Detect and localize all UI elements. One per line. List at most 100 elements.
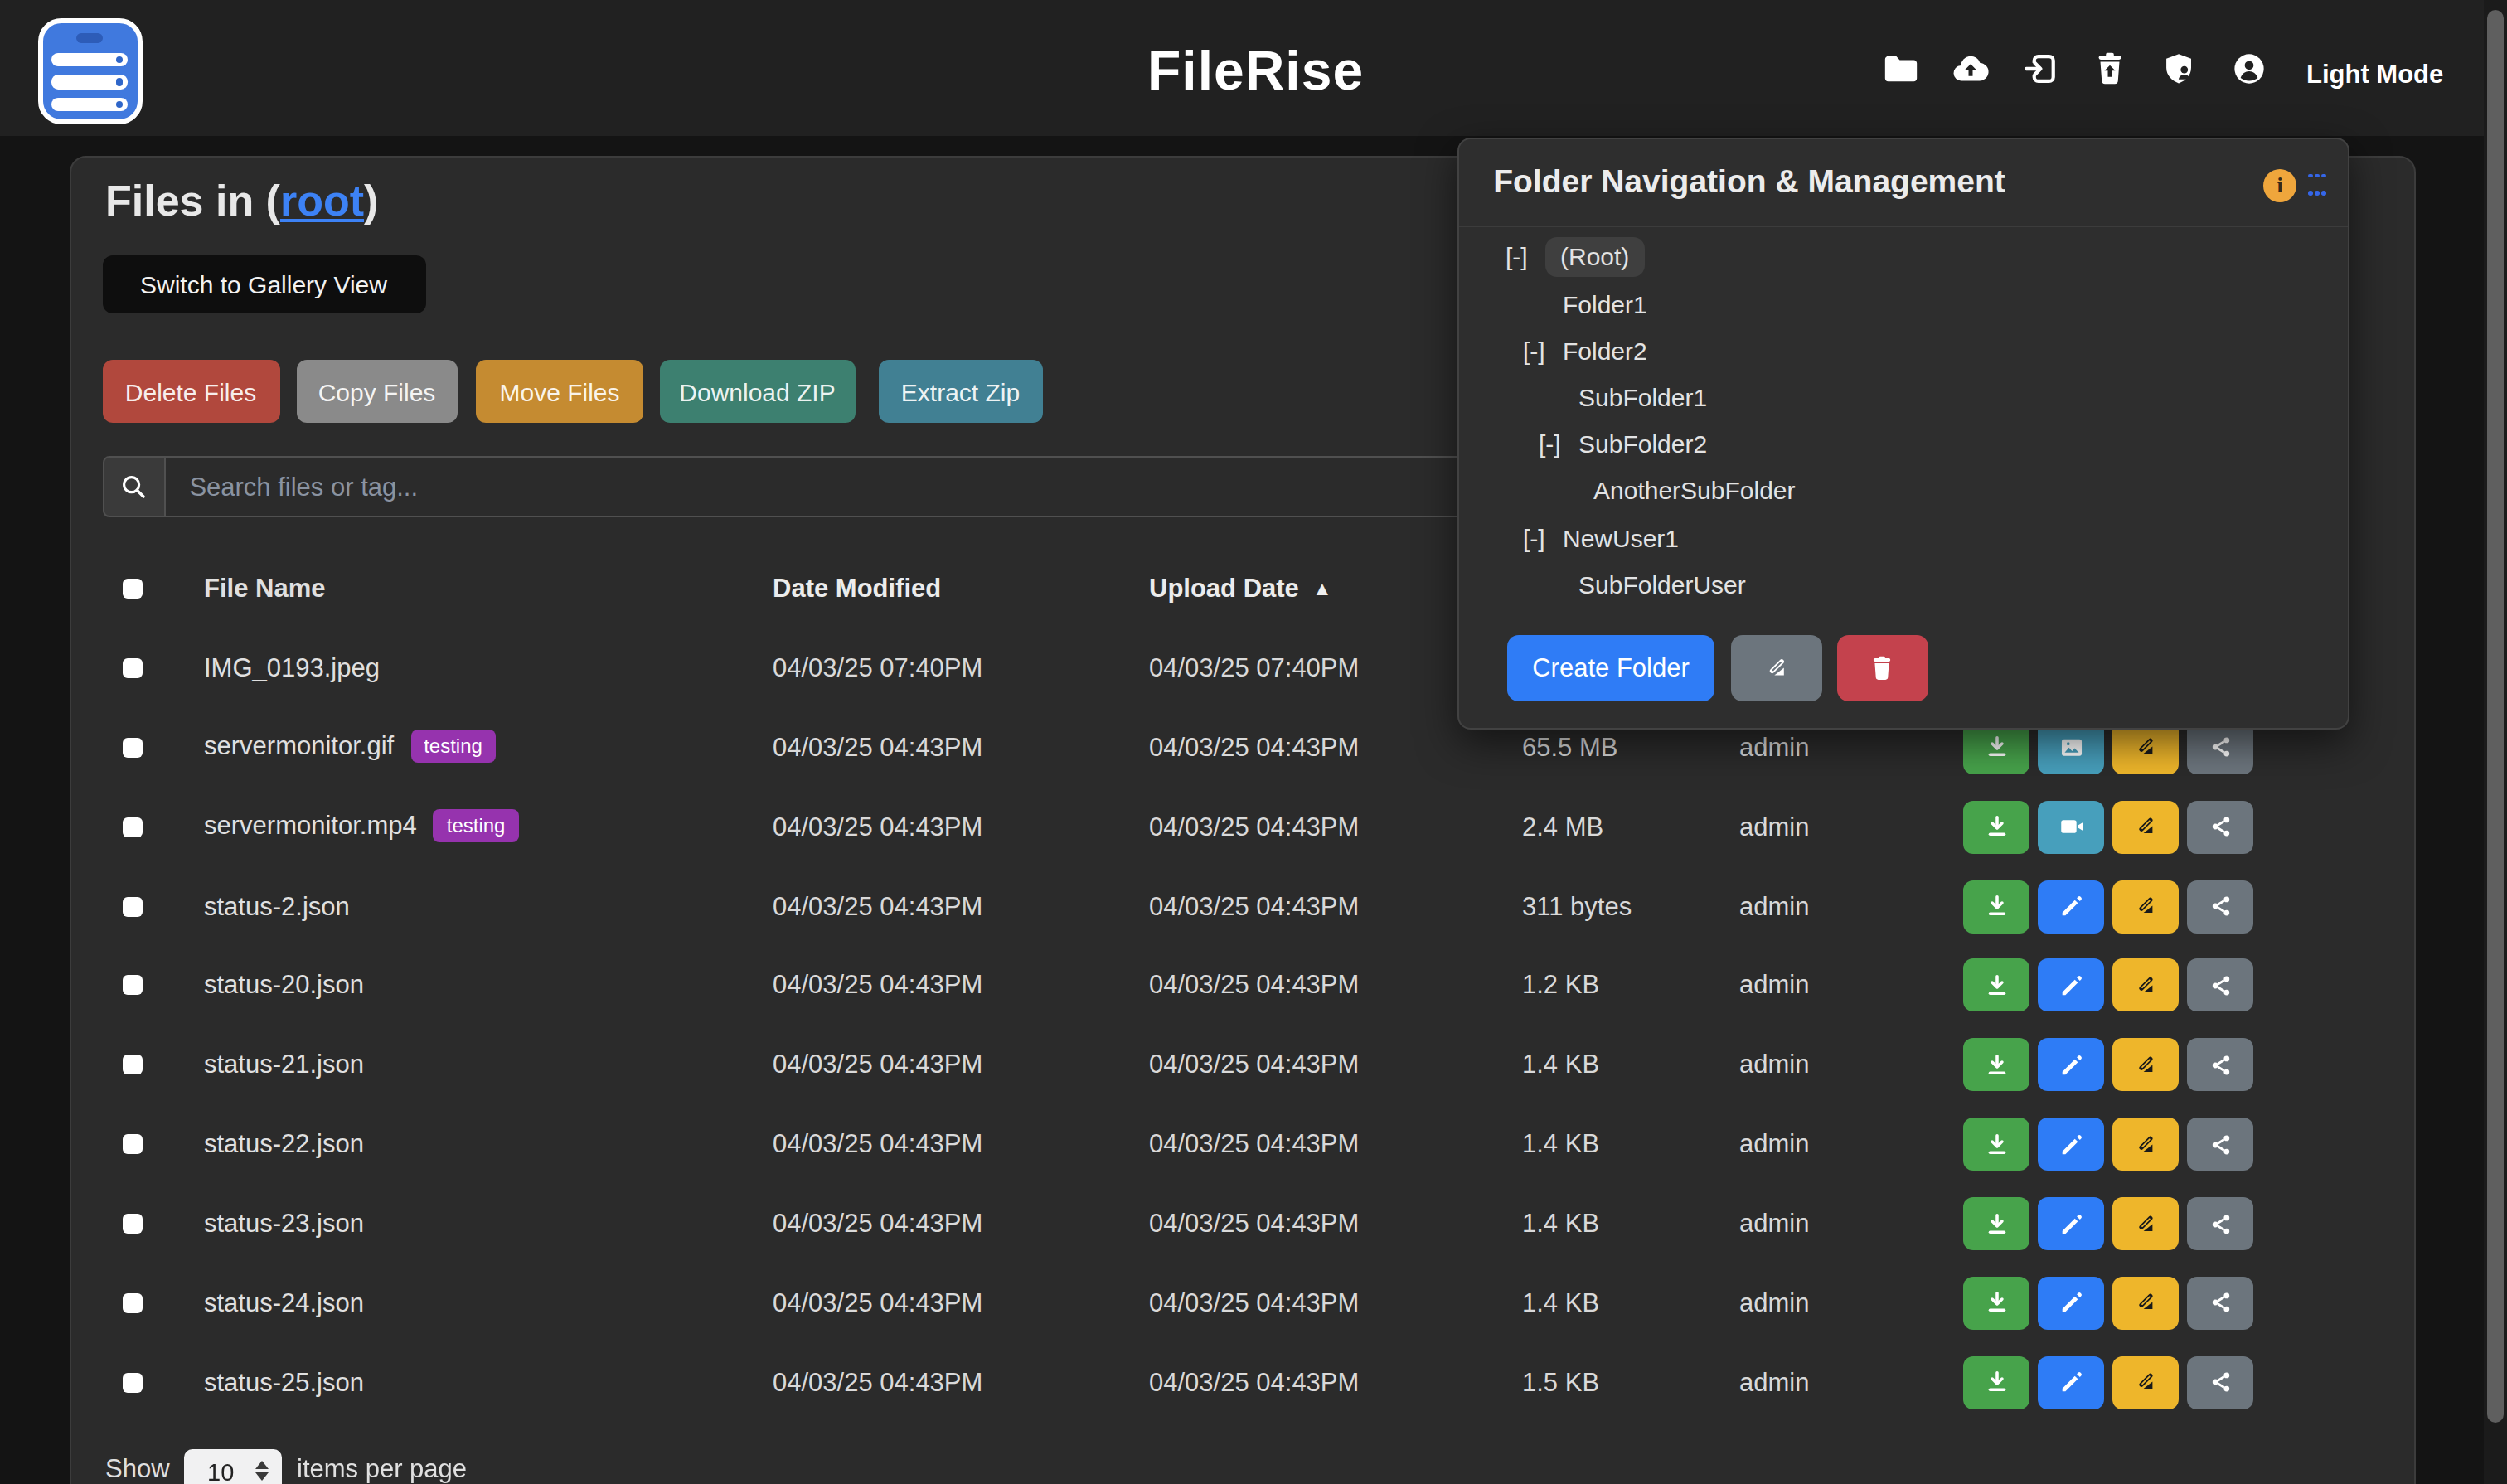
rename-button[interactable] bbox=[2112, 800, 2179, 853]
trash-restore-icon[interactable] bbox=[2091, 49, 2129, 87]
file-table-body: IMG_0193.jpeg 04/03/25 07:40PM 04/03/25 … bbox=[70, 628, 2413, 1423]
row-checkbox[interactable] bbox=[123, 1373, 143, 1393]
page-title: Files in (root) bbox=[105, 176, 378, 227]
toolbar-button[interactable]: Copy Files bbox=[296, 361, 458, 423]
search-icon bbox=[102, 456, 166, 517]
uploader-cell: admin bbox=[1739, 732, 1809, 762]
row-checkbox[interactable] bbox=[123, 658, 143, 678]
rename-button[interactable] bbox=[2112, 1118, 2179, 1171]
share-button[interactable] bbox=[2187, 1197, 2253, 1250]
share-button[interactable] bbox=[2187, 1039, 2253, 1092]
row-checkbox[interactable] bbox=[123, 1293, 143, 1313]
preview-button[interactable] bbox=[2038, 1118, 2104, 1171]
rename-button[interactable] bbox=[2112, 959, 2179, 1012]
download-button[interactable] bbox=[1963, 1277, 2029, 1330]
rename-button[interactable] bbox=[2112, 880, 2179, 933]
folder-tree-item[interactable]: [-] SubFolder1 bbox=[1459, 374, 2347, 420]
user-shield-icon[interactable] bbox=[2160, 49, 2199, 87]
download-button[interactable] bbox=[1963, 880, 2029, 933]
folder-icon[interactable] bbox=[1882, 49, 1920, 87]
folder-navigation-panel: Folder Navigation & Management i [-] (Ro… bbox=[1457, 137, 2349, 730]
download-button[interactable] bbox=[1963, 959, 2029, 1012]
rename-button[interactable] bbox=[2112, 1277, 2179, 1330]
drag-handle-icon[interactable] bbox=[2308, 173, 2325, 196]
rename-button[interactable] bbox=[2112, 1039, 2179, 1092]
rename-button[interactable] bbox=[2112, 1356, 2179, 1409]
root-link[interactable]: root bbox=[280, 176, 364, 226]
download-button[interactable] bbox=[1963, 1039, 2029, 1092]
page-size-select[interactable]: 10 bbox=[184, 1448, 282, 1484]
user-circle-icon[interactable] bbox=[2230, 49, 2268, 87]
row-checkbox[interactable] bbox=[123, 976, 143, 996]
preview-button[interactable] bbox=[2038, 880, 2104, 933]
tag-badge: testing bbox=[410, 729, 496, 762]
download-button[interactable] bbox=[1963, 1356, 2029, 1409]
rename-button[interactable] bbox=[2112, 1197, 2179, 1250]
preview-button[interactable] bbox=[2038, 1277, 2104, 1330]
select-spinner-icon bbox=[255, 1460, 269, 1481]
share-button[interactable] bbox=[2187, 959, 2253, 1012]
preview-button[interactable] bbox=[2038, 1356, 2104, 1409]
preview-button[interactable] bbox=[2038, 1197, 2104, 1250]
row-checkbox[interactable] bbox=[123, 1134, 143, 1154]
delete-folder-button[interactable] bbox=[1836, 634, 1928, 701]
uploader-cell: admin bbox=[1739, 971, 1809, 1001]
uploader-cell: admin bbox=[1739, 1368, 1809, 1398]
row-checkbox[interactable] bbox=[123, 1214, 143, 1234]
download-button[interactable] bbox=[1963, 800, 2029, 853]
row-actions bbox=[1963, 1039, 2253, 1092]
page-scrollbar[interactable] bbox=[2483, 0, 2507, 1484]
row-checkbox[interactable] bbox=[123, 896, 143, 916]
file-name-cell: status-24.json bbox=[204, 1288, 407, 1318]
share-button[interactable] bbox=[2187, 880, 2253, 933]
collapse-toggle[interactable]: [-] bbox=[1506, 243, 1545, 271]
cloud-upload-icon[interactable] bbox=[1952, 49, 1990, 87]
download-button[interactable] bbox=[1963, 1118, 2029, 1171]
uploader-cell: admin bbox=[1739, 812, 1809, 841]
scrollbar-thumb[interactable] bbox=[2487, 10, 2504, 1423]
toolbar-button[interactable]: Download ZIP bbox=[660, 361, 855, 423]
select-all-checkbox[interactable] bbox=[123, 579, 143, 599]
preview-button[interactable] bbox=[2038, 959, 2104, 1012]
row-checkbox[interactable] bbox=[123, 1055, 143, 1075]
preview-button[interactable] bbox=[2038, 1039, 2104, 1092]
col-date-modified[interactable]: Date Modified bbox=[773, 574, 941, 604]
collapse-toggle[interactable]: [-] bbox=[1523, 523, 1563, 551]
date-modified-cell: 04/03/25 04:43PM bbox=[773, 891, 982, 921]
toolbar-button[interactable]: Extract Zip bbox=[878, 361, 1043, 423]
folder-tree-item[interactable]: [-] Folder1 bbox=[1459, 280, 2347, 327]
table-row: status-22.json 04/03/25 04:43PM 04/03/25… bbox=[70, 1104, 2413, 1184]
preview-button[interactable] bbox=[2038, 800, 2104, 853]
filerise-logo-icon[interactable] bbox=[38, 18, 143, 124]
folder-tree-item[interactable]: [-] (Root) bbox=[1459, 234, 2347, 280]
folder-label: SubFolder1 bbox=[1578, 383, 1707, 411]
share-button[interactable] bbox=[2187, 1356, 2253, 1409]
row-checkbox[interactable] bbox=[123, 817, 143, 837]
col-upload-date[interactable]: Upload Date▲ bbox=[1149, 574, 1332, 604]
row-checkbox[interactable] bbox=[123, 737, 143, 757]
col-file-name[interactable]: File Name bbox=[204, 574, 325, 604]
collapse-toggle[interactable]: [-] bbox=[1539, 429, 1578, 458]
date-modified-cell: 04/03/25 04:43PM bbox=[773, 1129, 982, 1159]
download-button[interactable] bbox=[1963, 1197, 2029, 1250]
folder-label: NewUser1 bbox=[1563, 523, 1679, 551]
switch-gallery-view-button[interactable]: Switch to Gallery View bbox=[102, 255, 425, 313]
share-button[interactable] bbox=[2187, 1118, 2253, 1171]
collapse-toggle[interactable]: [-] bbox=[1523, 337, 1563, 365]
folder-tree-item[interactable]: [-] Folder2 bbox=[1459, 327, 2347, 374]
uploader-cell: admin bbox=[1739, 1050, 1809, 1080]
folder-tree-item[interactable]: [-] AnotherSubFolder bbox=[1459, 468, 2347, 514]
create-folder-button[interactable]: Create Folder bbox=[1507, 634, 1714, 701]
rename-folder-button[interactable] bbox=[1732, 634, 1823, 701]
toolbar-button[interactable]: Delete Files bbox=[102, 361, 279, 423]
toolbar-button[interactable]: Move Files bbox=[476, 361, 643, 423]
folder-tree-item[interactable]: [-] NewUser1 bbox=[1459, 514, 2347, 560]
sign-in-icon[interactable] bbox=[2021, 49, 2059, 87]
folder-tree-item[interactable]: [-] SubFolder2 bbox=[1459, 420, 2347, 467]
share-button[interactable] bbox=[2187, 800, 2253, 853]
info-icon[interactable]: i bbox=[2263, 168, 2296, 201]
folder-tree-item[interactable]: [-] SubFolderUser bbox=[1459, 560, 2347, 607]
share-button[interactable] bbox=[2187, 1277, 2253, 1330]
pagination: Show 10 items per page bbox=[70, 1443, 2413, 1484]
light-mode-toggle[interactable]: Light Mode bbox=[2306, 60, 2443, 90]
